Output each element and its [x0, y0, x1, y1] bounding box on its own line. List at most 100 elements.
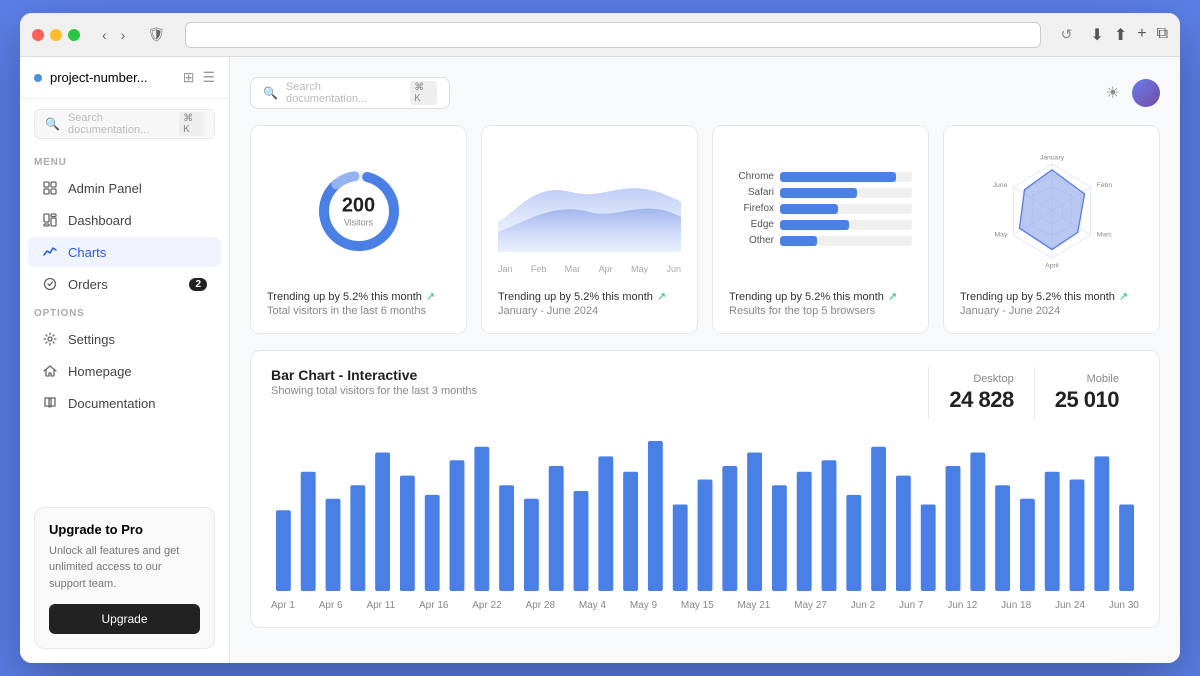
card-sub-text: January - June 2024	[960, 305, 1143, 317]
forward-button[interactable]: ›	[117, 25, 130, 45]
stat-number-mobile: 25 010	[1055, 387, 1119, 413]
card-footer: Trending up by 5.2% this month ↗ January…	[960, 290, 1143, 317]
book-icon	[42, 395, 58, 411]
options-section-label: OPTIONS	[20, 300, 229, 323]
month-label: Mar	[565, 264, 581, 274]
gear-icon	[42, 331, 58, 347]
sidebar-item-charts[interactable]: Charts	[28, 237, 221, 267]
browser-bar-bg	[780, 220, 912, 230]
browser-action-icons: ⬇ ⬆ + ⧉	[1090, 25, 1168, 45]
svg-text:January: January	[1039, 155, 1064, 162]
x-axis-label: May 21	[738, 600, 771, 611]
card-footer: Trending up by 5.2% this month ↗ January…	[498, 290, 681, 317]
browser-titlebar: ‹ › 🛡 ↺ ⬇ ⬆ + ⧉	[20, 13, 1180, 57]
month-label: May	[631, 264, 648, 274]
search-shortcut: ⌘ K	[179, 112, 204, 136]
upgrade-card: Upgrade to Pro Unlock all features and g…	[34, 507, 215, 650]
x-axis-label: Jun 30	[1109, 600, 1139, 611]
duplicate-icon[interactable]: ⧉	[1157, 25, 1168, 45]
card-footer: Trending up by 5.2% this month ↗ Total v…	[267, 290, 450, 317]
upgrade-button[interactable]: Upgrade	[49, 604, 200, 634]
search-placeholder-text: Search documentation...	[286, 81, 402, 105]
bar-chart-info: Bar Chart - Interactive Showing total vi…	[271, 367, 477, 397]
top-bar: 🔍 Search documentation... ⌘ K ☀	[250, 77, 1160, 109]
browser-name: Safari	[729, 187, 774, 198]
new-tab-icon[interactable]: +	[1137, 25, 1146, 45]
maximize-button[interactable]	[68, 29, 80, 41]
sidebar-item-orders[interactable]: Orders 2	[28, 269, 221, 299]
x-axis-label: Jun 2	[851, 600, 875, 611]
radar-chart-svg: January Februa March April May June	[992, 151, 1112, 271]
sidebar-item-label: Documentation	[68, 396, 155, 411]
orders-icon	[42, 276, 58, 292]
stat-box-desktop: Desktop 24 828	[928, 367, 1033, 419]
browsers-chart: Chrome Safari	[729, 171, 912, 251]
card-donut: 200 Visitors Trending up by 5.2% this mo…	[250, 125, 467, 334]
sidebar-item-dashboard[interactable]: Dashboard	[28, 205, 221, 235]
back-button[interactable]: ‹	[98, 25, 111, 45]
project-name: project-number...	[34, 70, 148, 85]
stat-device: Desktop	[949, 373, 1013, 385]
sidebar-header: project-number... ⊞ ☰	[20, 57, 229, 99]
interactive-bar-header: Bar Chart - Interactive Showing total vi…	[271, 367, 1139, 419]
sidebar-item-settings[interactable]: Settings	[28, 324, 221, 354]
svg-text:April: April	[1045, 263, 1059, 270]
sidebar-item-documentation[interactable]: Documentation	[28, 388, 221, 418]
sidebar-item-homepage[interactable]: Homepage	[28, 356, 221, 386]
radar-chart-area: January Februa March April May June	[960, 142, 1143, 280]
user-avatar[interactable]	[1132, 79, 1160, 107]
browser-bar-bg	[780, 236, 912, 246]
bar-chart-svg	[271, 431, 1139, 591]
card-sub-text: January - June 2024	[498, 305, 681, 317]
browser-bar-fill	[780, 236, 817, 246]
trending-label: Trending up by 5.2% this month ↗	[267, 290, 450, 303]
search-icon: 🔍	[263, 86, 278, 100]
donut-chart-area: 200 Visitors	[267, 142, 450, 280]
svg-text:June: June	[992, 182, 1007, 189]
search-icon: 🔍	[45, 117, 60, 131]
trending-text: Trending up by 5.2% this month	[498, 291, 653, 303]
trending-text: Trending up by 5.2% this month	[267, 291, 422, 303]
sidebar-search[interactable]: 🔍 Search documentation... ⌘ K	[34, 109, 215, 139]
grid-icon	[42, 180, 58, 196]
trending-text: Trending up by 5.2% this month	[729, 291, 884, 303]
minimize-button[interactable]	[50, 29, 62, 41]
sidebar-item-admin-panel[interactable]: Admin Panel	[28, 173, 221, 203]
area-chart-svg	[498, 152, 681, 252]
browser-row-edge: Edge	[729, 219, 912, 230]
refresh-icon[interactable]: ↺	[1061, 26, 1073, 43]
browser-bar-fill	[780, 220, 849, 230]
card-footer: Trending up by 5.2% this month ↗ Results…	[729, 290, 912, 317]
browser-name: Edge	[729, 219, 774, 230]
share-icon[interactable]: ⬆	[1114, 25, 1127, 45]
close-button[interactable]	[32, 29, 44, 41]
theme-toggle-button[interactable]: ☀	[1106, 83, 1120, 103]
donut-chart: 200 Visitors	[314, 166, 404, 256]
address-bar[interactable]	[185, 22, 1041, 48]
sidebar-item-label: Dashboard	[68, 213, 132, 228]
dashboard-icon	[42, 212, 58, 228]
orders-badge: 2	[189, 278, 207, 291]
sidebar-item-label: Settings	[68, 332, 115, 347]
browser-name: Chrome	[729, 171, 774, 182]
x-axis-label: Jun 18	[1001, 600, 1031, 611]
browser-bar-bg	[780, 172, 912, 182]
project-name-label: project-number...	[50, 70, 148, 85]
x-axis-label: Jun 7	[899, 600, 923, 611]
trending-up-icon: ↗	[426, 290, 435, 303]
trending-label: Trending up by 5.2% this month ↗	[729, 290, 912, 303]
app-layout: project-number... ⊞ ☰ 🔍 Search documenta…	[20, 57, 1180, 663]
browser-row-firefox: Firefox	[729, 203, 912, 214]
search-shortcut: ⌘ K	[410, 81, 437, 105]
x-axis-label: May 9	[630, 600, 657, 611]
x-axis-label: Apr 22	[472, 600, 501, 611]
download-icon[interactable]: ⬇	[1090, 25, 1103, 45]
layout-icon[interactable]: ☰	[202, 69, 215, 86]
x-axis-label: Apr 28	[526, 600, 555, 611]
top-actions: ☀	[1106, 79, 1160, 107]
expand-icon[interactable]: ⊞	[183, 69, 195, 86]
x-axis-label: May 15	[681, 600, 714, 611]
svg-text:March: March	[1096, 232, 1111, 239]
top-search[interactable]: 🔍 Search documentation... ⌘ K	[250, 77, 450, 109]
card-sub-text: Total visitors in the last 6 months	[267, 305, 450, 317]
